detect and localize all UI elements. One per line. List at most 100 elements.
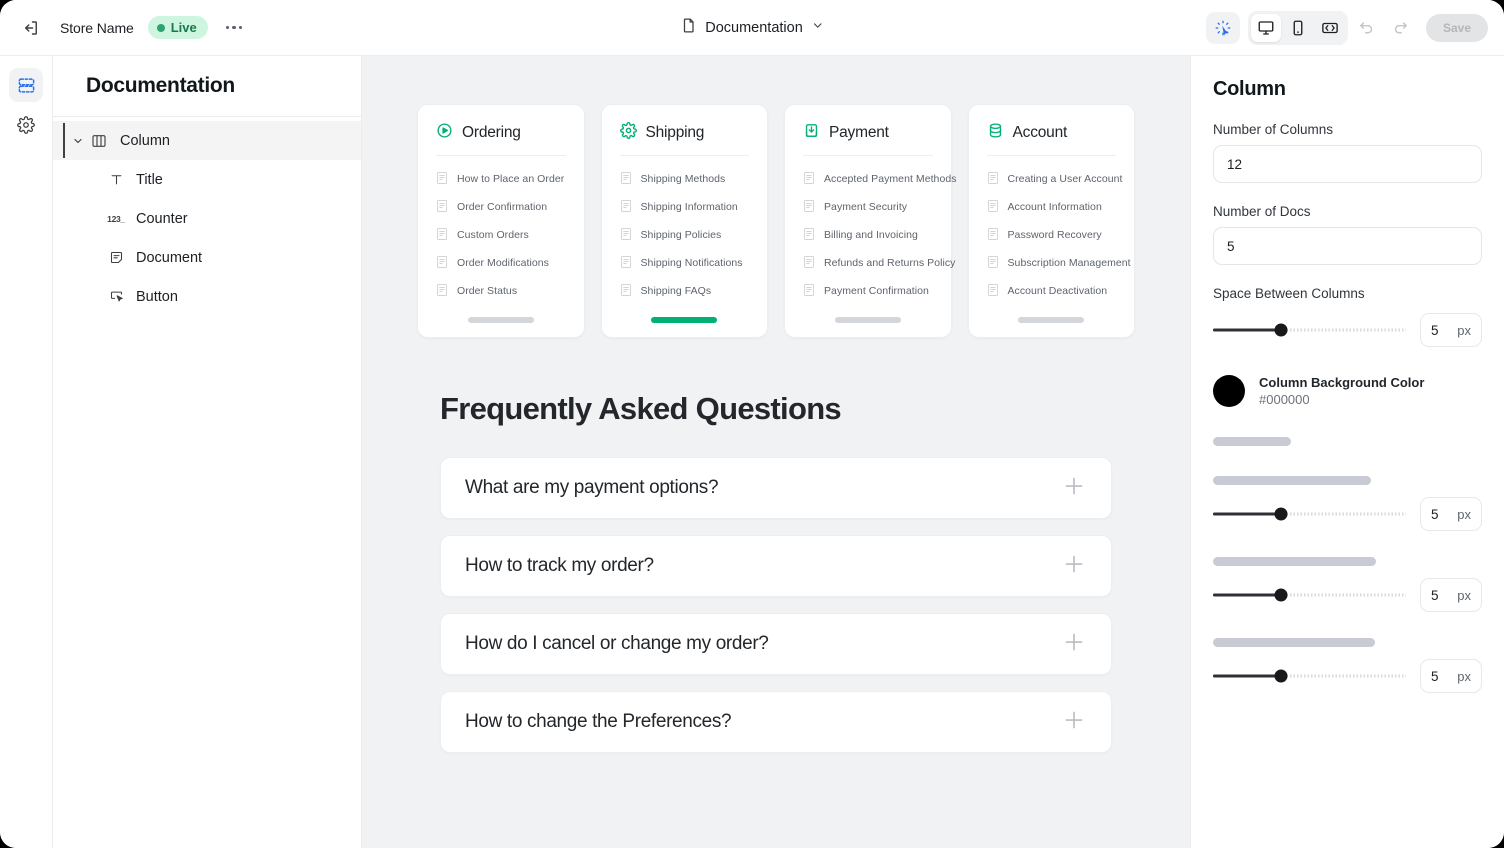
color-hex-value: #000000	[1259, 392, 1424, 407]
sidebar-item-button[interactable]: Button	[53, 277, 361, 316]
list-item-label: Subscription Management	[1008, 257, 1131, 269]
skeleton-placeholder	[1213, 638, 1375, 647]
list-item[interactable]: Shipping Methods	[620, 165, 750, 193]
doc-card[interactable]: Ordering How to Place an Order Order Con…	[417, 104, 585, 338]
plus-icon[interactable]	[1061, 551, 1087, 582]
card-title: Account	[1013, 124, 1068, 142]
chevron-down-icon[interactable]	[811, 19, 824, 37]
list-item[interactable]: Order Status	[436, 277, 566, 305]
plus-icon[interactable]	[1061, 473, 1087, 504]
phone-icon[interactable]	[1283, 14, 1313, 42]
doc-card[interactable]: Account Creating a User Account Account …	[968, 104, 1136, 338]
sidebar-item-title[interactable]: Title	[53, 160, 361, 199]
list-item[interactable]: Account Deactivation	[987, 277, 1117, 305]
page-selector[interactable]: Documentation	[680, 17, 824, 39]
list-item[interactable]: Refunds and Returns Policy	[803, 249, 933, 277]
doc-card[interactable]: Payment Accepted Payment Methods Payment…	[784, 104, 952, 338]
number-of-columns-input[interactable]	[1213, 145, 1482, 183]
undo-arrow-icon[interactable]	[1352, 13, 1382, 43]
color-swatch[interactable]	[1213, 375, 1245, 407]
file-icon	[987, 283, 999, 300]
sidebar-item-column[interactable]: Column	[53, 121, 361, 160]
list-item-label: Account Information	[1008, 201, 1102, 213]
extra-slider-value[interactable]: 5 px	[1420, 578, 1482, 612]
slider-knob[interactable]	[1274, 324, 1287, 337]
chevron-down-icon[interactable]	[70, 135, 86, 147]
file-icon	[987, 227, 999, 244]
list-item[interactable]: Shipping Information	[620, 193, 750, 221]
faq-item[interactable]: How do I cancel or change my order?	[440, 613, 1112, 675]
page-title: Documentation	[86, 74, 235, 98]
properties-panel: Column Number of Columns Number of Docs …	[1190, 56, 1504, 848]
list-item[interactable]: Accepted Payment Methods	[803, 165, 933, 193]
card-title: Shipping	[646, 124, 705, 142]
list-item[interactable]: Shipping Policies	[620, 221, 750, 249]
extra-slider[interactable]	[1213, 507, 1406, 521]
faq-question: How do I cancel or change my order?	[465, 633, 769, 655]
faq-item[interactable]: How to change the Preferences?	[440, 691, 1112, 753]
sidebar-item-label: Counter	[136, 211, 188, 227]
slider-knob[interactable]	[1274, 589, 1287, 602]
list-item[interactable]: Creating a User Account	[987, 165, 1117, 193]
settings-rail-button[interactable]	[9, 108, 43, 142]
sidebar-item-document[interactable]: Document	[53, 238, 361, 277]
cursor-click-icon[interactable]	[1206, 12, 1240, 44]
list-item[interactable]: Shipping FAQs	[620, 277, 750, 305]
list-item-label: Order Status	[457, 285, 517, 297]
slider-fill	[1213, 329, 1281, 332]
card-header: Account	[987, 122, 1117, 156]
list-item[interactable]: Password Recovery	[987, 221, 1117, 249]
number-of-docs-input[interactable]	[1213, 227, 1482, 265]
layers-rail-button[interactable]	[9, 68, 43, 102]
ellipsis-icon[interactable]	[222, 20, 247, 36]
list-item-label: Shipping Methods	[641, 173, 726, 185]
skeleton-placeholder	[1213, 557, 1376, 566]
list-item-label: Refunds and Returns Policy	[824, 257, 955, 269]
extra-slider[interactable]	[1213, 588, 1406, 602]
list-item[interactable]: Payment Confirmation	[803, 277, 933, 305]
list-item[interactable]: Billing and Invoicing	[803, 221, 933, 249]
list-item[interactable]: Order Modifications	[436, 249, 566, 277]
monitor-icon[interactable]	[1251, 14, 1281, 42]
plus-icon[interactable]	[1061, 707, 1087, 738]
faq-heading: Frequently Asked Questions	[440, 391, 1112, 427]
space-between-columns-value[interactable]: 5 px	[1420, 313, 1482, 347]
card-item-list: Creating a User Account Account Informat…	[987, 156, 1117, 305]
list-item[interactable]: How to Place an Order	[436, 165, 566, 193]
file-icon	[803, 171, 815, 188]
list-item-label: Accepted Payment Methods	[824, 173, 957, 185]
slider-knob[interactable]	[1274, 508, 1287, 521]
list-item[interactable]: Payment Security	[803, 193, 933, 221]
resize-horizontal-icon[interactable]	[1315, 14, 1345, 42]
faq-item[interactable]: What are my payment options?	[440, 457, 1112, 519]
extra-slider-value[interactable]: 5 px	[1420, 659, 1482, 693]
faq-item[interactable]: How to track my order?	[440, 535, 1112, 597]
card-footer-pill	[835, 317, 901, 323]
list-item[interactable]: Shipping Notifications	[620, 249, 750, 277]
redo-arrow-icon[interactable]	[1386, 13, 1416, 43]
list-item[interactable]: Custom Orders	[436, 221, 566, 249]
list-item[interactable]: Subscription Management	[987, 249, 1117, 277]
extra-slider-value[interactable]: 5 px	[1420, 497, 1482, 531]
list-item-label: Shipping Notifications	[641, 257, 743, 269]
plus-icon[interactable]	[1061, 629, 1087, 660]
card-header: Ordering	[436, 122, 566, 156]
column-background-color-control: Column Background Color #000000	[1213, 375, 1482, 407]
extra-slider[interactable]	[1213, 669, 1406, 683]
value-text: 5	[1431, 588, 1439, 603]
gear-icon	[620, 122, 637, 144]
save-button[interactable]: Save	[1426, 14, 1488, 42]
list-item-label: Billing and Invoicing	[824, 229, 918, 241]
properties-title: Column	[1213, 78, 1482, 101]
list-item[interactable]: Order Confirmation	[436, 193, 566, 221]
slider-fill	[1213, 594, 1281, 597]
button-cursor-icon	[103, 289, 129, 304]
doc-card[interactable]: Shipping Shipping Methods Shipping Infor…	[601, 104, 769, 338]
list-item[interactable]: Account Information	[987, 193, 1117, 221]
space-between-columns-slider[interactable]	[1213, 323, 1406, 337]
extra-slider-control: 5 px	[1213, 578, 1482, 612]
slider-knob[interactable]	[1274, 670, 1287, 683]
faq-section: Frequently Asked Questions What are my p…	[362, 338, 1190, 753]
sidebar-item-counter[interactable]: 123_ Counter	[53, 199, 361, 238]
exit-door-icon[interactable]	[16, 13, 46, 43]
